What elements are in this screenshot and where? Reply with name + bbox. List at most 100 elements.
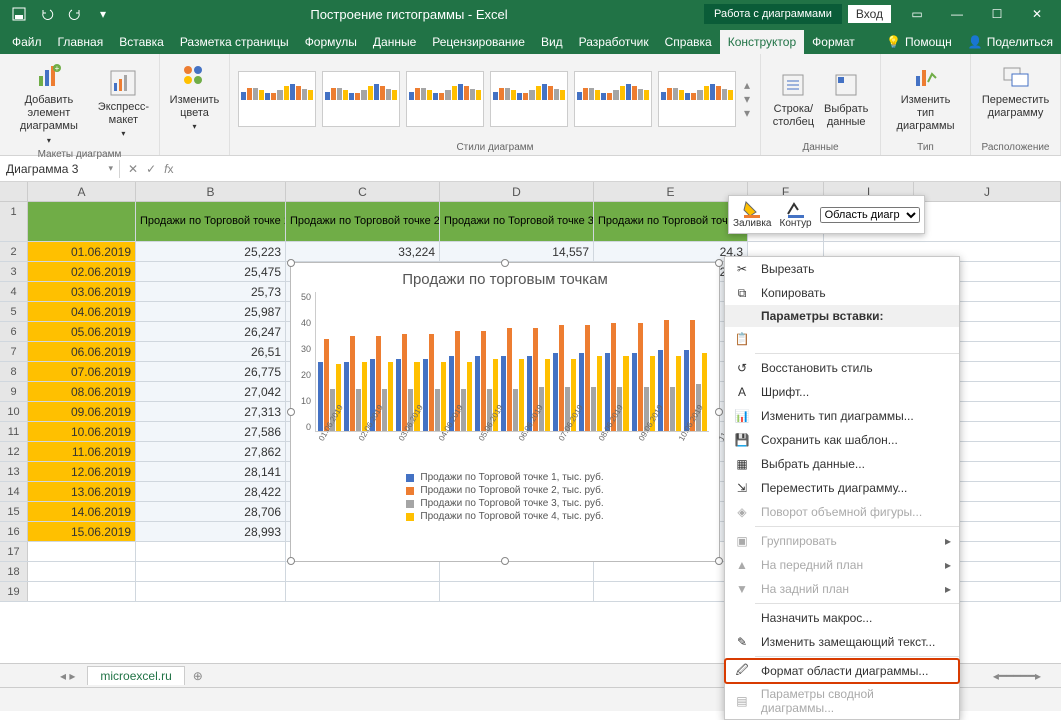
- hscroll-icon[interactable]: ◂━━━━━▸: [993, 669, 1041, 683]
- chart-style-thumb[interactable]: [574, 71, 652, 127]
- chart-style-thumb[interactable]: [322, 71, 400, 127]
- col-header[interactable]: E: [594, 182, 748, 201]
- close-icon[interactable]: ✕: [1017, 0, 1057, 28]
- ctx-cut[interactable]: ✂Вырезать: [725, 257, 959, 281]
- tab-конструктор[interactable]: Конструктор: [720, 30, 804, 54]
- legend-item[interactable]: Продажи по Торговой точке 4, тыс. руб.: [301, 510, 709, 523]
- cell[interactable]: 06.06.2019: [28, 342, 136, 361]
- tab-главная[interactable]: Главная: [50, 30, 112, 54]
- row-header[interactable]: 14: [0, 482, 28, 501]
- cell[interactable]: Продажи по Торговой точке 2, тыс. руб.: [286, 202, 440, 241]
- enter-icon[interactable]: ✓: [146, 162, 156, 176]
- cell[interactable]: [440, 582, 594, 601]
- cell[interactable]: [136, 542, 286, 561]
- cell[interactable]: 09.06.2019: [28, 402, 136, 421]
- cell[interactable]: 28,141: [136, 462, 286, 481]
- add-chart-element-button[interactable]: + Добавить элемент диаграммы▾: [6, 58, 92, 147]
- ctx-assign-macro[interactable]: Назначить макрос...: [725, 606, 959, 630]
- name-box[interactable]: Диаграмма 3▾: [0, 160, 120, 178]
- cell[interactable]: 27,586: [136, 422, 286, 441]
- chart-legend[interactable]: Продажи по Торговой точке 1, тыс. руб. Пр…: [291, 441, 719, 529]
- redo-icon[interactable]: [64, 3, 86, 25]
- row-header[interactable]: 8: [0, 362, 28, 381]
- ctx-paste[interactable]: 📋: [725, 327, 959, 351]
- cell[interactable]: 12.06.2019: [28, 462, 136, 481]
- cell[interactable]: 25,73: [136, 282, 286, 301]
- cell[interactable]: 08.06.2019: [28, 382, 136, 401]
- cell[interactable]: 14.06.2019: [28, 502, 136, 521]
- cell[interactable]: 25,475: [136, 262, 286, 281]
- row-header[interactable]: 7: [0, 342, 28, 361]
- cell[interactable]: 15.06.2019: [28, 522, 136, 541]
- tab-данные[interactable]: Данные: [365, 30, 424, 54]
- row-header[interactable]: 18: [0, 562, 28, 581]
- tab-вид[interactable]: Вид: [533, 30, 571, 54]
- cell[interactable]: 25,987: [136, 302, 286, 321]
- tab-рецензирование[interactable]: Рецензирование: [424, 30, 533, 54]
- embedded-chart[interactable]: Продажи по торговым точкам 50403020100 0…: [290, 262, 720, 562]
- cell[interactable]: [28, 202, 136, 241]
- ctx-alt-text[interactable]: ✎Изменить замещающий текст...: [725, 630, 959, 654]
- cell[interactable]: Продажи по Торговой точке 4, тыс. руб.: [594, 202, 748, 241]
- cell[interactable]: 04.06.2019: [28, 302, 136, 321]
- chart-title[interactable]: Продажи по торговым точкам: [291, 263, 719, 292]
- cell[interactable]: [286, 562, 440, 581]
- save-icon[interactable]: [8, 3, 30, 25]
- chart-area-select[interactable]: Область диагр: [820, 207, 920, 223]
- col-header[interactable]: B: [136, 182, 286, 201]
- cell[interactable]: 27,862: [136, 442, 286, 461]
- new-sheet-icon[interactable]: ⊕: [193, 669, 203, 683]
- select-all-corner[interactable]: [0, 182, 28, 201]
- cell[interactable]: 05.06.2019: [28, 322, 136, 341]
- fill-button[interactable]: Заливка: [733, 200, 772, 229]
- maximize-icon[interactable]: ☐: [977, 0, 1017, 28]
- ctx-format-chart-area[interactable]: 🖉Формат области диаграммы...: [725, 659, 959, 683]
- fx-icon[interactable]: fx: [164, 162, 173, 176]
- cell[interactable]: 11.06.2019: [28, 442, 136, 461]
- row-header[interactable]: 10: [0, 402, 28, 421]
- cell[interactable]: [28, 562, 136, 581]
- cancel-icon[interactable]: ✕: [128, 162, 138, 176]
- col-header[interactable]: C: [286, 182, 440, 201]
- cell[interactable]: 14,557: [440, 242, 594, 261]
- ctx-select-data[interactable]: ▦Выбрать данные...: [725, 452, 959, 476]
- row-header[interactable]: 1: [0, 202, 28, 241]
- help-button[interactable]: 💡Помощн: [878, 30, 960, 54]
- row-header[interactable]: 13: [0, 462, 28, 481]
- move-chart-button[interactable]: Переместить диаграмму: [978, 58, 1053, 122]
- legend-item[interactable]: Продажи по Торговой точке 3, тыс. руб.: [301, 497, 709, 510]
- quick-layout-button[interactable]: Экспресс- макет▾: [94, 65, 153, 141]
- row-header[interactable]: 11: [0, 422, 28, 441]
- tab-формулы[interactable]: Формулы: [297, 30, 365, 54]
- tab-файл[interactable]: Файл: [4, 30, 50, 54]
- switch-row-column-button[interactable]: Строка/ столбец: [769, 67, 818, 131]
- chart-style-thumb[interactable]: [490, 71, 568, 127]
- cell[interactable]: 28,993: [136, 522, 286, 541]
- row-header[interactable]: 17: [0, 542, 28, 561]
- cell[interactable]: 28,422: [136, 482, 286, 501]
- cell[interactable]: 07.06.2019: [28, 362, 136, 381]
- tab-вставка[interactable]: Вставка: [111, 30, 172, 54]
- row-header[interactable]: 12: [0, 442, 28, 461]
- cell[interactable]: [136, 562, 286, 581]
- tab-формат[interactable]: Формат: [804, 30, 863, 54]
- change-chart-type-button[interactable]: Изменить тип диаграммы: [887, 58, 964, 136]
- tab-разработчик[interactable]: Разработчик: [571, 30, 657, 54]
- cell[interactable]: 33,224: [286, 242, 440, 261]
- cell[interactable]: [28, 542, 136, 561]
- col-header[interactable]: A: [28, 182, 136, 201]
- signin-button[interactable]: Вход: [848, 5, 891, 23]
- cell[interactable]: 26,247: [136, 322, 286, 341]
- cell[interactable]: 10.06.2019: [28, 422, 136, 441]
- ctx-reset-style[interactable]: ↺Восстановить стиль: [725, 356, 959, 380]
- sheet-nav-icon[interactable]: ◂ ▸: [60, 669, 75, 683]
- legend-item[interactable]: Продажи по Торговой точке 1, тыс. руб.: [301, 471, 709, 484]
- row-header[interactable]: 5: [0, 302, 28, 321]
- cell[interactable]: 27,313: [136, 402, 286, 421]
- row-header[interactable]: 2: [0, 242, 28, 261]
- cell[interactable]: Продажи по Торговой точке 3, тыс. руб.: [440, 202, 594, 241]
- row-header[interactable]: 3: [0, 262, 28, 281]
- chart-style-thumb[interactable]: [658, 71, 736, 127]
- row-header[interactable]: 19: [0, 582, 28, 601]
- cell[interactable]: 13.06.2019: [28, 482, 136, 501]
